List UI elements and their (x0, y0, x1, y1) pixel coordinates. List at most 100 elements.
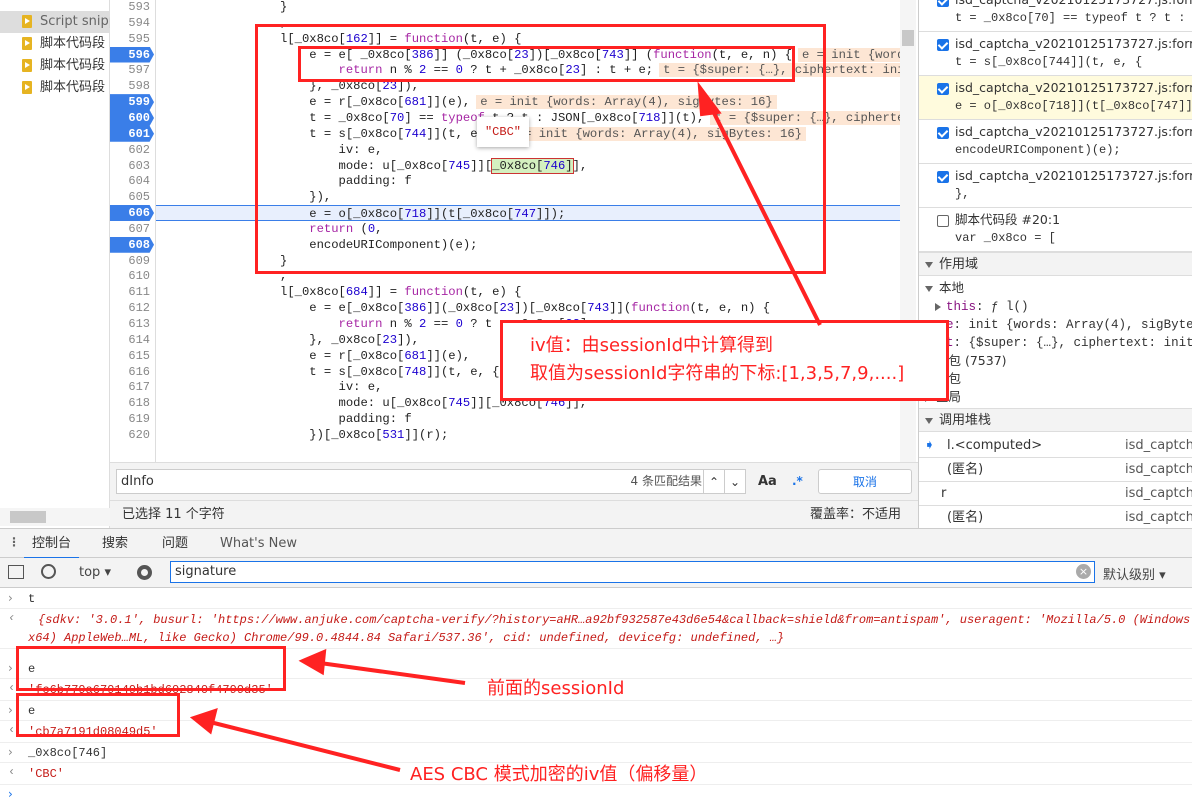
line-number[interactable]: 597 (110, 62, 154, 78)
scope-header[interactable]: 作用域 (919, 252, 1192, 276)
line-number[interactable]: 614 (110, 332, 154, 348)
code-line[interactable]: }, _0x8co[23]), (163, 78, 903, 94)
line-number[interactable]: 598 (110, 78, 154, 94)
line-number[interactable]: 606 (110, 205, 154, 222)
scope-variable[interactable]: e: init {words: Array(4), sigBytes: 16} (935, 316, 1192, 334)
callstack-frame[interactable]: (匿名)isd_captcha_v20210125173727.js (919, 458, 1192, 482)
console-output-value[interactable]: ‹'cb7a7191d08049d5' (0, 721, 1192, 743)
breakpoint-checkbox[interactable] (937, 83, 949, 95)
line-number[interactable]: 596 (110, 46, 154, 63)
line-number[interactable]: 618 (110, 395, 154, 411)
line-number[interactable]: 619 (110, 411, 154, 427)
code-line[interactable]: , (163, 15, 903, 31)
tab-search[interactable]: 搜索 (102, 529, 128, 559)
code-editor[interactable]: 593 594 595 596 597 598 599 600 601 602 603 604 605 6… (110, 0, 916, 462)
more-icon[interactable]: ⋮ (8, 535, 20, 549)
tab-console[interactable]: 控制台 (24, 529, 80, 559)
line-number[interactable]: 611 (110, 284, 154, 300)
scrollbar-thumb[interactable] (902, 30, 914, 46)
code-line[interactable]: l[_0x8co[684]] = function(t, e) { (163, 284, 903, 300)
breakpoint-checkbox[interactable] (937, 215, 949, 227)
line-number[interactable]: 615 (110, 348, 154, 364)
line-number[interactable]: 600 (110, 109, 154, 126)
code-line[interactable]: iv: e, (163, 142, 903, 158)
clear-filter-icon[interactable]: × (1076, 564, 1091, 579)
line-number[interactable]: 608 (110, 236, 154, 253)
cancel-button[interactable]: 取消 (818, 469, 912, 494)
line-number[interactable]: 607 (110, 221, 154, 237)
horizontal-scrollbar[interactable] (0, 508, 110, 526)
code-line[interactable]: return n % 2 == 0 ? t + _0x8co[23] : t +… (163, 62, 916, 78)
line-number[interactable]: 610 (110, 268, 154, 284)
callstack-frame[interactable]: risd_captcha_v20210125173727.js (919, 482, 1192, 506)
line-number[interactable]: 594 (110, 15, 154, 31)
breakpoint-checkbox[interactable] (937, 127, 949, 139)
line-number[interactable]: 612 (110, 300, 154, 316)
code-line[interactable]: e = e[ _0x8co[386]] (_0x8co[23])[_0x8co[… (163, 47, 916, 63)
clear-console-icon[interactable] (41, 564, 56, 579)
line-number[interactable]: 601 (110, 125, 154, 142)
breakpoint-checkbox[interactable] (937, 171, 949, 183)
code-line[interactable]: return (0, (163, 221, 903, 237)
line-number[interactable]: 599 (110, 94, 154, 111)
code-line[interactable]: encodeURIComponent)(e); (163, 237, 903, 253)
scope-local[interactable]: 本地 (925, 279, 964, 297)
breakpoint-item[interactable]: isd_captcha_v20210125173727.js:formatted… (919, 32, 1192, 76)
line-number[interactable]: 617 (110, 379, 154, 395)
tab-issues[interactable]: 问题 (162, 529, 188, 559)
log-level-select[interactable]: 默认级别 ▾ (1103, 564, 1166, 583)
breakpoint-checkbox[interactable] (937, 0, 949, 7)
scope-global[interactable]: 全局 (925, 388, 961, 406)
line-number[interactable]: 603 (110, 158, 154, 174)
scope-variable[interactable]: t: {$super: {…}, ciphertext: init, key: … (935, 334, 1192, 352)
code-line[interactable]: } (163, 253, 903, 269)
line-number[interactable]: 616 (110, 364, 154, 380)
code-line[interactable]: e = o[_0x8co[718]](t[_0x8co[747]]); (156, 205, 916, 222)
context-select[interactable]: top ▾ (79, 565, 111, 580)
line-number[interactable]: 602 (110, 142, 154, 158)
breakpoint-item[interactable]: isd_captcha_v20210125173727.js:formatted… (919, 0, 1192, 32)
code-line[interactable]: padding: f (163, 411, 903, 427)
breakpoint-item[interactable]: isd_captcha_v20210125173727.js:formatted… (919, 120, 1192, 164)
code-line[interactable]: t = _0x8co[70] == typeof t ? t : JSON[_0… (163, 110, 916, 126)
line-number[interactable]: 613 (110, 316, 154, 332)
line-number[interactable]: 604 (110, 173, 154, 189)
code-line[interactable]: return n % 2 == 0 ? t + _0x8co[23] : t +… (163, 316, 903, 332)
callstack-header[interactable]: 调用堆栈 (919, 408, 1192, 432)
tab-whats-new[interactable]: What's New (220, 529, 297, 559)
snippet-item[interactable]: 脚本代码段 (0, 77, 110, 99)
code-line[interactable]: mode: u[_0x8co[745]][_0x8co[746]], (163, 157, 903, 174)
match-case-button[interactable]: Aa (758, 469, 777, 494)
code-line[interactable]: }), (163, 189, 903, 205)
callstack-frame[interactable]: ➧l.<computed>isd_captcha_v20210125173727… (919, 434, 1192, 458)
console-input[interactable]: › e (0, 701, 1192, 721)
previous-match-button[interactable]: ⌃ (703, 469, 725, 494)
sidebar-toggle-icon[interactable] (8, 565, 24, 579)
code-line[interactable]: } (163, 0, 903, 15)
eye-icon[interactable] (137, 565, 152, 580)
line-number[interactable]: 593 (110, 0, 154, 15)
snippet-item[interactable]: Script snippet (0, 11, 110, 33)
scope-variable[interactable]: this: ƒ l() (935, 298, 1029, 316)
code-line[interactable]: })[_0x8co[531]](r); (163, 427, 903, 443)
code-line[interactable]: e = r[_0x8co[681]](e), e = init {words: A… (163, 94, 903, 110)
code-line[interactable]: e = e[_0x8co[386]](_0x8co[23])[_0x8co[74… (163, 300, 903, 316)
code-line[interactable]: padding: f (163, 173, 903, 189)
console-filter-input[interactable]: signature (170, 561, 1095, 583)
console-prompt[interactable]: › (0, 785, 1192, 805)
breakpoint-item[interactable]: 脚本代码段 #20:1 var _0x8co = [ (919, 208, 1192, 252)
code-line[interactable]: , (163, 268, 903, 284)
code-line[interactable]: mode: u[_0x8co[745]][_0x8co[746]], (163, 395, 903, 411)
breakpoint-checkbox[interactable] (937, 39, 949, 51)
line-number[interactable]: 605 (110, 189, 154, 205)
breakpoint-item[interactable]: isd_captcha_v20210125173727.js:formatted… (919, 76, 1192, 120)
line-number[interactable]: 595 (110, 31, 154, 47)
code-line[interactable]: t = s[_0x8co[744]](t, e, {e = init {word… (163, 126, 903, 142)
console-input[interactable]: › t (0, 589, 1192, 609)
vertical-scrollbar[interactable] (900, 0, 916, 462)
next-match-button[interactable]: ⌄ (724, 469, 746, 494)
line-number[interactable]: 620 (110, 427, 154, 443)
callstack-frame[interactable]: (匿名)isd_captcha_v20210125173727.js (919, 506, 1192, 528)
line-gutter[interactable]: 593 594 595 596 597 598 599 600 601 602 603 604 605 6… (110, 0, 156, 462)
line-number[interactable]: 609 (110, 253, 154, 269)
